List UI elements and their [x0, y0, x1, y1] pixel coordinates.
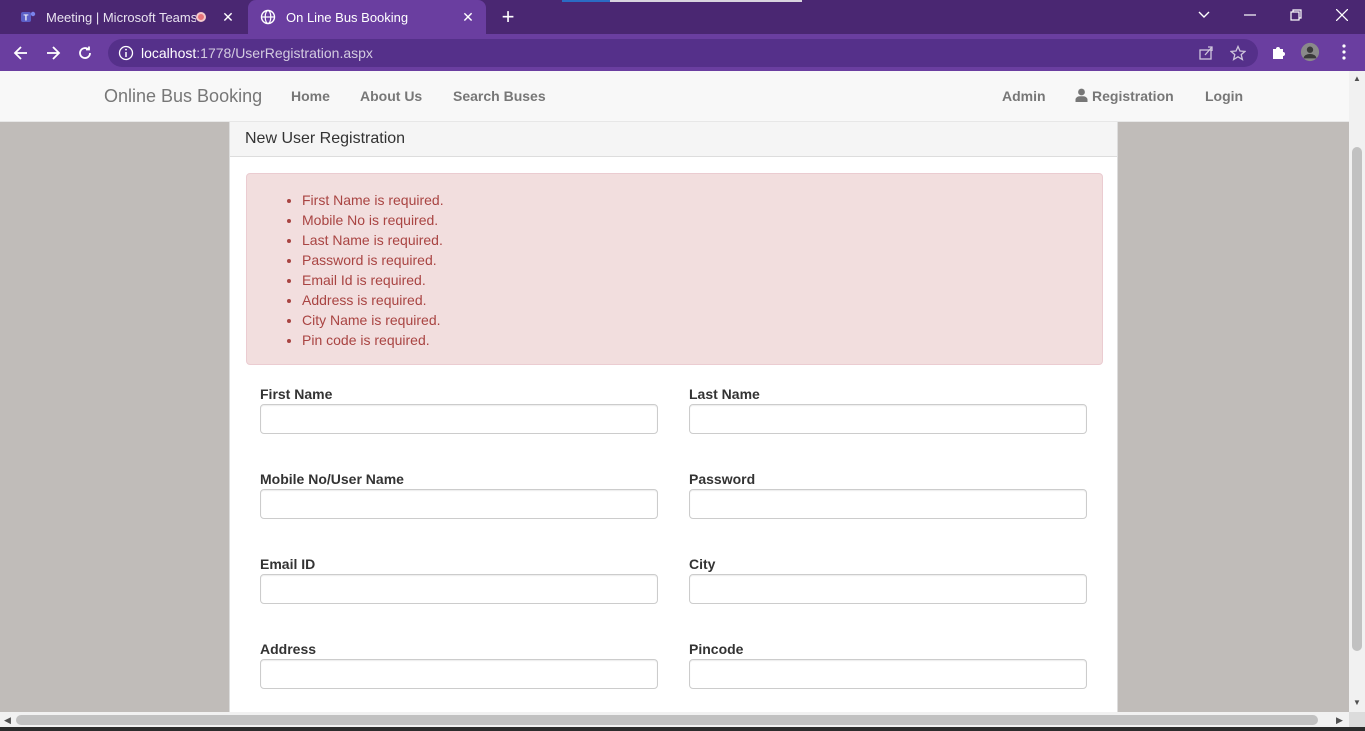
email-field[interactable]: [260, 574, 658, 604]
bookmark-star-icon[interactable]: [1228, 43, 1248, 63]
site-info-icon[interactable]: [118, 45, 134, 61]
loading-bar: [562, 0, 802, 2]
password-field[interactable]: [689, 489, 1087, 519]
nav-search-buses[interactable]: Search Buses: [453, 88, 546, 104]
address-field[interactable]: [260, 659, 658, 689]
teams-icon: T: [20, 9, 36, 25]
address-bar[interactable]: localhost:1778/UserRegistration.aspx: [108, 39, 1258, 67]
site-navbar: Online Bus Booking Home About Us Search …: [0, 71, 1349, 122]
first-name-field[interactable]: [260, 404, 658, 434]
error-item: City Name is required.: [302, 312, 444, 332]
back-arrow-icon[interactable]: [8, 40, 34, 66]
scroll-left-arrow-icon[interactable]: ◀: [4, 715, 11, 726]
page-viewport: Online Bus Booking Home About Us Search …: [0, 71, 1349, 712]
mobile-label: Mobile No/User Name: [260, 471, 404, 487]
tab-bus-booking[interactable]: On Line Bus Booking ✕: [248, 0, 486, 34]
forward-arrow-icon[interactable]: [40, 40, 66, 66]
address-host: localhost: [141, 45, 197, 61]
globe-icon: [260, 9, 276, 25]
validation-summary: First Name is required. Mobile No is req…: [246, 173, 1103, 365]
address-label: Address: [260, 641, 317, 657]
new-tab-button[interactable]: +: [496, 6, 520, 28]
scroll-down-arrow-icon[interactable]: ▼: [1353, 699, 1361, 707]
error-item: Email Id is required.: [302, 272, 444, 292]
city-field[interactable]: [689, 574, 1087, 604]
taskbar-edge: [0, 727, 1365, 731]
nav-registration-label: Registration: [1092, 88, 1174, 104]
registration-panel: New User Registration First Name is requ…: [229, 122, 1118, 712]
mobile-username-field[interactable]: [260, 489, 658, 519]
brand-link[interactable]: Online Bus Booking: [104, 86, 262, 107]
tab-title: Meeting | Microsoft Teams: [46, 9, 196, 25]
minimize-icon[interactable]: [1228, 0, 1272, 30]
close-tab-icon[interactable]: ✕: [220, 9, 236, 25]
panel-heading: New User Registration: [230, 122, 1117, 157]
address-path: :1778/UserRegistration.aspx: [196, 45, 373, 61]
reload-icon[interactable]: [72, 40, 98, 66]
restore-icon[interactable]: [1274, 0, 1318, 30]
svg-text:T: T: [24, 14, 29, 23]
nav-registration[interactable]: Registration: [1075, 88, 1174, 105]
nav-admin[interactable]: Admin: [1002, 88, 1046, 104]
tab-title: On Line Bus Booking: [286, 9, 409, 25]
extensions-puzzle-icon[interactable]: [1268, 42, 1288, 62]
last-name-field[interactable]: [689, 404, 1087, 434]
horizontal-scroll-thumb[interactable]: [16, 715, 1318, 725]
pincode-label: Pincode: [689, 641, 744, 657]
scroll-up-arrow-icon[interactable]: ▲: [1353, 75, 1361, 83]
password-label: Password: [689, 471, 756, 487]
close-tab-icon[interactable]: ✕: [460, 9, 476, 25]
scroll-right-arrow-icon[interactable]: ▶: [1336, 715, 1343, 726]
error-item: First Name is required.: [302, 192, 444, 212]
horizontal-scrollbar[interactable]: ◀ ▶: [0, 712, 1349, 727]
recording-indicator-icon: [196, 12, 206, 22]
error-item: Address is required.: [302, 292, 444, 312]
vertical-scroll-thumb[interactable]: [1352, 147, 1362, 651]
nav-login[interactable]: Login: [1205, 88, 1243, 104]
first-name-label: First Name: [260, 386, 333, 402]
error-item: Mobile No is required.: [302, 212, 444, 232]
error-item: Last Name is required.: [302, 232, 444, 252]
share-icon[interactable]: [1196, 43, 1216, 63]
email-label: Email ID: [260, 556, 316, 572]
tab-search-icon[interactable]: [1182, 0, 1226, 30]
page-title: New User Registration: [245, 130, 406, 147]
scrollbar-corner: [1349, 712, 1365, 727]
city-label: City: [689, 556, 716, 572]
error-item: Password is required.: [302, 252, 444, 272]
browser-tabstrip: T Meeting | Microsoft Teams ✕ On Line Bu…: [0, 0, 1365, 34]
browser-menu-icon[interactable]: [1334, 42, 1354, 62]
nav-about-us[interactable]: About Us: [360, 88, 422, 104]
last-name-label: Last Name: [689, 386, 760, 402]
profile-avatar[interactable]: [1300, 42, 1320, 62]
vertical-scrollbar[interactable]: ▲ ▼: [1349, 71, 1365, 712]
tab-teams-meeting[interactable]: T Meeting | Microsoft Teams ✕: [8, 0, 246, 34]
pincode-field[interactable]: [689, 659, 1087, 689]
error-item: Pin code is required.: [302, 332, 444, 352]
nav-home[interactable]: Home: [291, 88, 330, 104]
close-window-icon[interactable]: [1320, 0, 1364, 30]
error-list: First Name is required. Mobile No is req…: [302, 192, 444, 352]
address-url: localhost:1778/UserRegistration.aspx: [141, 45, 373, 61]
user-icon: [1075, 88, 1088, 105]
